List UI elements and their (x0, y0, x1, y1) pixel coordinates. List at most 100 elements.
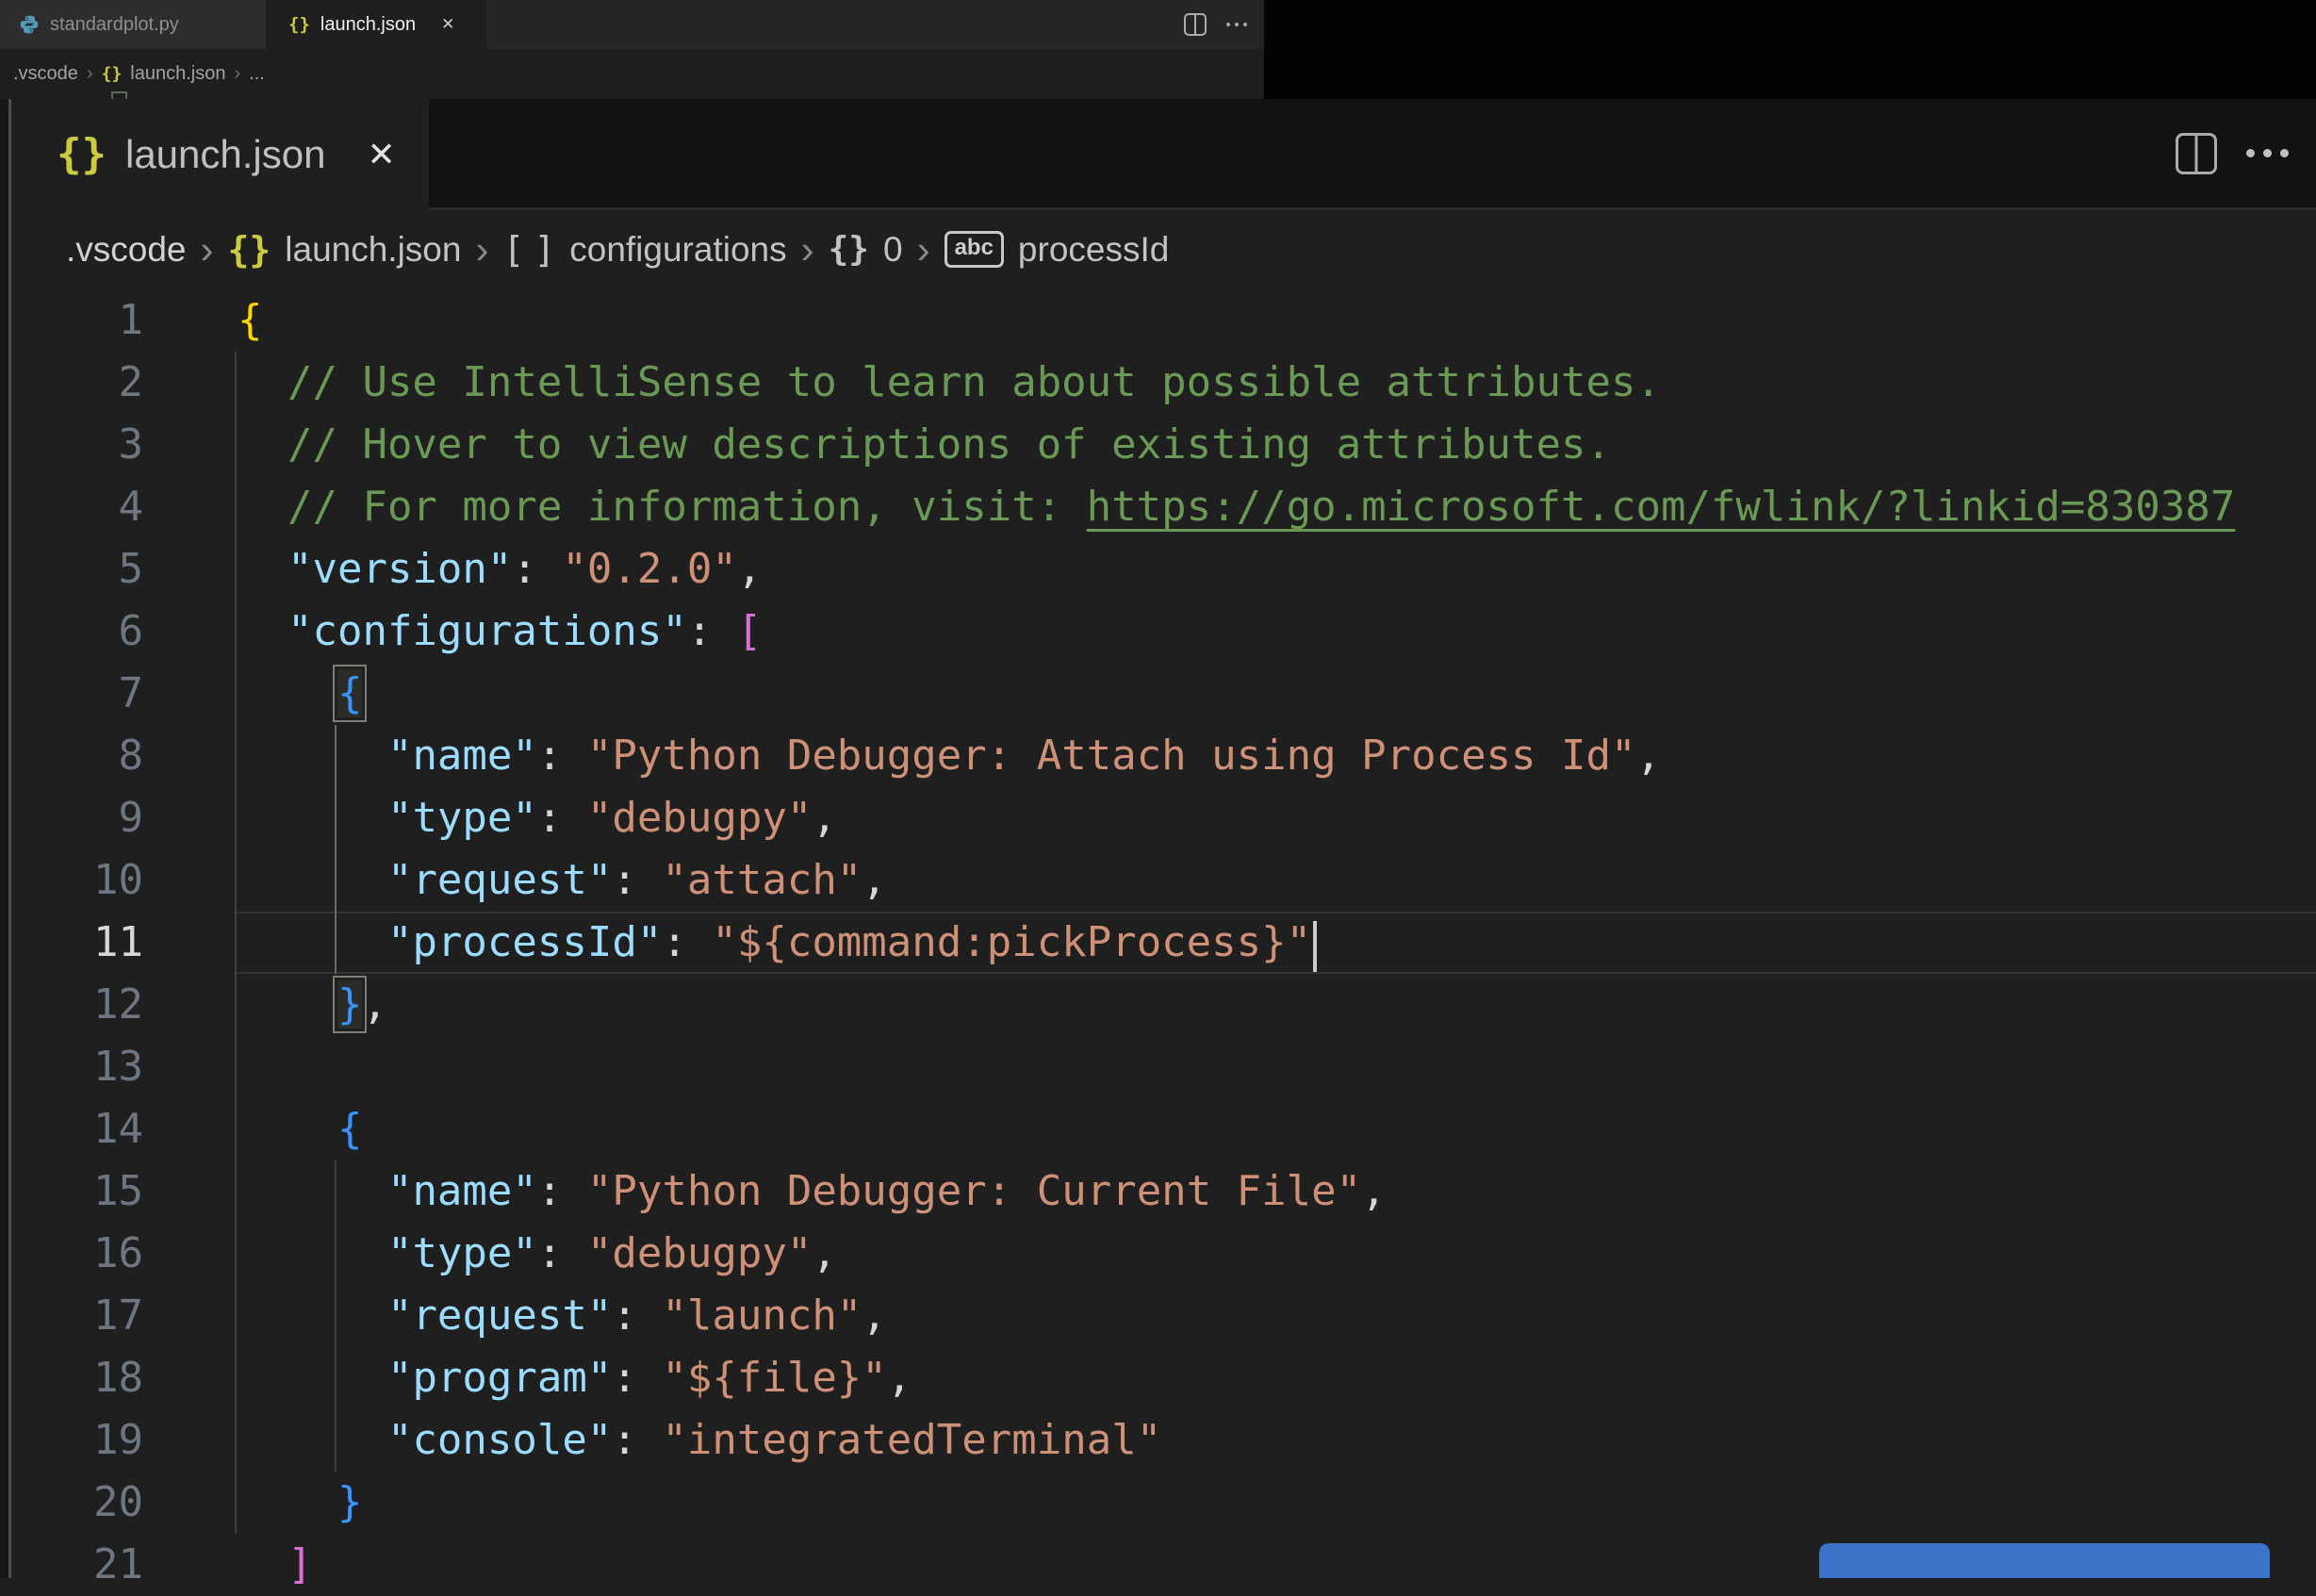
line-number: 12 (93, 980, 143, 1028)
code-line[interactable]: 18 "program": "${file}", (0, 1347, 2316, 1409)
line-text: "type": "debugpy", (386, 1229, 837, 1277)
json-braces-icon: {} (57, 130, 107, 178)
line-number: 17 (93, 1292, 143, 1340)
line-text: } (337, 1478, 363, 1526)
breadcrumb-file[interactable]: launch.json (130, 63, 225, 85)
black-empty-area (1264, 0, 2316, 99)
line-number: 15 (93, 1167, 143, 1215)
line-number: 3 (118, 420, 144, 469)
line-number: 18 (93, 1354, 143, 1402)
json-braces-icon: {} (101, 64, 123, 84)
code-line[interactable]: 10 "request": "attach", (0, 849, 2316, 912)
line-text: "configurations": [ (287, 607, 763, 655)
code-line[interactable]: 1{ (0, 289, 2316, 352)
breadcrumb-item-launch-json[interactable]: launch.json (285, 230, 461, 270)
code-editor[interactable]: 1{2 // Use IntelliSense to learn about p… (0, 289, 2316, 1588)
text-cursor (1313, 921, 1318, 972)
json-braces-icon: {} (288, 14, 310, 35)
chevron-right-icon: › (475, 226, 489, 271)
more-actions-icon[interactable] (2242, 149, 2292, 157)
line-text: "program": "${file}", (386, 1354, 912, 1402)
background-tab-bar: standardplot.py {} launch.json ✕ (0, 0, 1264, 49)
code-line[interactable]: 5 "version": "0.2.0", (0, 538, 2316, 601)
more-actions-icon[interactable] (1224, 23, 1249, 26)
tab-label: launch.json (124, 131, 326, 176)
breadcrumb: .vscode › {} launch.json › [] configurat… (66, 209, 1169, 289)
json-braces-icon: {} (227, 228, 271, 271)
line-number: 5 (118, 545, 144, 593)
tab-launch-json-large[interactable]: {} launch.json ✕ (11, 99, 429, 209)
line-text: "type": "debugpy", (386, 794, 837, 842)
array-brackets-icon: [] (502, 228, 556, 271)
breadcrumb-folder[interactable]: .vscode (13, 63, 78, 85)
chevron-right-icon: › (800, 226, 814, 271)
tab-label: standardplot.py (50, 13, 179, 35)
breadcrumb-collapsed[interactable]: ... (249, 63, 265, 85)
split-editor-icon[interactable] (2176, 132, 2217, 174)
line-text: "request": "launch", (386, 1292, 887, 1340)
tab-label: launch.json (320, 13, 417, 35)
chevron-right-icon: › (200, 226, 214, 271)
tab-bar-empty-area (429, 99, 2316, 209)
code-line[interactable]: 2 // Use IntelliSense to learn about pos… (0, 352, 2316, 414)
chevron-right-icon: › (86, 63, 93, 84)
breadcrumb-item-0[interactable]: 0 (883, 230, 903, 270)
line-number: 19 (93, 1416, 143, 1464)
breadcrumb-item-processid[interactable]: processId (1018, 230, 1169, 270)
line-text: "version": "0.2.0", (287, 545, 763, 593)
code-line[interactable]: 11 "processId": "${command:pickProcess}" (0, 912, 2316, 974)
editor-actions (2176, 99, 2292, 207)
line-text: // Use IntelliSense to learn about possi… (287, 358, 1661, 406)
line-text: { (333, 665, 368, 722)
close-tab-icon[interactable]: ✕ (441, 15, 454, 34)
line-text: "request": "attach", (386, 856, 887, 904)
line-number: 11 (93, 918, 143, 966)
line-number: 10 (93, 856, 143, 904)
code-line[interactable]: 12 }, (0, 974, 2316, 1036)
chevron-right-icon: › (234, 63, 241, 84)
code-line[interactable]: 13 (0, 1036, 2316, 1098)
breadcrumb-item-configurations[interactable]: configurations (569, 230, 786, 270)
code-line[interactable]: 15 "name": "Python Debugger: Current Fil… (0, 1160, 2316, 1223)
add-configuration-button[interactable] (1819, 1543, 2270, 1578)
line-number: 8 (118, 732, 144, 780)
code-line[interactable]: 6 "configurations": [ (0, 601, 2316, 663)
close-tab-icon[interactable]: ✕ (367, 135, 395, 174)
split-editor-icon[interactable] (1184, 13, 1207, 36)
code-line[interactable]: 19 "console": "integratedTerminal" (0, 1409, 2316, 1472)
line-text: ] (287, 1540, 313, 1588)
code-line[interactable]: 9 "type": "debugpy", (0, 787, 2316, 849)
code-line[interactable]: 14 { (0, 1098, 2316, 1160)
line-number: 20 (93, 1478, 143, 1526)
abc-symbol-icon: abc (944, 231, 1004, 268)
line-number: 2 (118, 358, 144, 406)
background-breadcrumb: .vscode › {} launch.json › ... (0, 49, 1264, 99)
line-number: 7 (118, 669, 144, 717)
line-text: "console": "integratedTerminal" (386, 1416, 1162, 1464)
tab-standardplot-py[interactable]: standardplot.py (0, 0, 266, 49)
object-braces-icon: {} (828, 230, 869, 269)
line-text: "name": "Python Debugger: Attach using P… (386, 732, 1661, 780)
code-line[interactable]: 17 "request": "launch", (0, 1285, 2316, 1347)
line-text: "processId": "${command:pickProcess}" (238, 912, 1318, 974)
line-number: 14 (93, 1105, 143, 1153)
breadcrumb-item-vscode[interactable]: .vscode (66, 230, 187, 270)
code-line[interactable]: 20 } (0, 1472, 2316, 1534)
code-line[interactable]: 7 { (0, 663, 2316, 725)
line-text: { (238, 296, 263, 344)
chevron-right-icon: › (916, 226, 930, 271)
line-number: 21 (93, 1540, 143, 1588)
vscode-screenshot: { "background_window": { "tab_bar": { "t… (0, 0, 2316, 1588)
line-text: "name": "Python Debugger: Current File", (386, 1167, 1387, 1215)
line-text: // For more information, visit: https://… (287, 483, 2236, 531)
tab-launch-json[interactable]: {} launch.json ✕ (266, 0, 486, 49)
line-number: 16 (93, 1229, 143, 1277)
code-line[interactable]: 3 // Hover to view descriptions of exist… (0, 414, 2316, 476)
line-text: }, (333, 976, 387, 1033)
code-line[interactable]: 4 // For more information, visit: https:… (0, 476, 2316, 538)
line-number: 13 (93, 1043, 143, 1091)
code-line[interactable]: 8 "name": "Python Debugger: Attach using… (0, 725, 2316, 787)
python-icon (19, 14, 40, 35)
line-text: // Hover to view descriptions of existin… (287, 420, 1611, 469)
code-line[interactable]: 16 "type": "debugpy", (0, 1223, 2316, 1285)
